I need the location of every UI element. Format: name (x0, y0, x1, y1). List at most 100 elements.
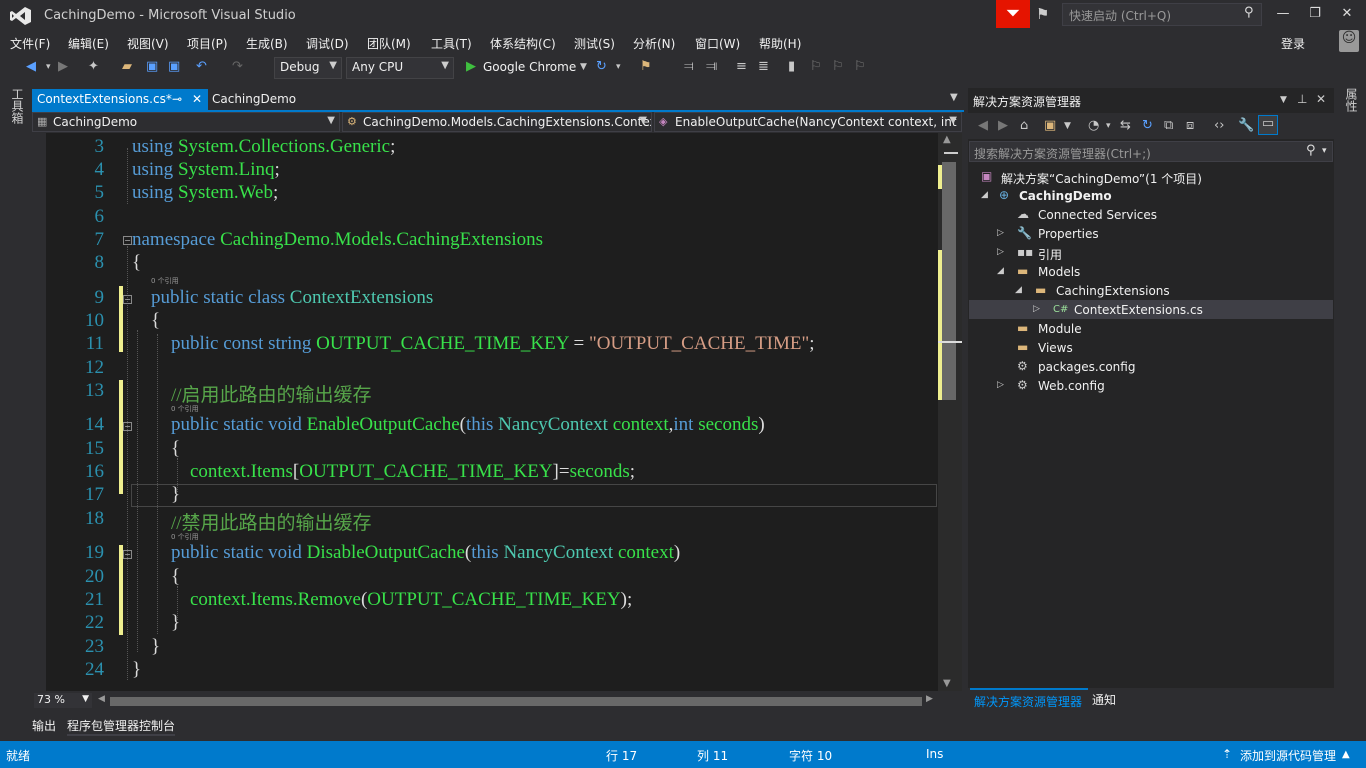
collapse-icon[interactable]: − (123, 550, 132, 559)
split-handle[interactable] (944, 152, 958, 154)
menu-file[interactable]: 文件(F) (10, 35, 50, 52)
search-icon[interactable]: ⚲ (1306, 143, 1316, 158)
menu-window[interactable]: 窗口(W) (695, 35, 740, 52)
close-icon[interactable]: ✕ (192, 92, 202, 106)
collapse-icon[interactable]: − (123, 236, 132, 245)
home-icon[interactable]: ⌂ (1020, 118, 1028, 133)
chevron-up-icon[interactable]: ▲ (1342, 749, 1350, 760)
view-code-icon[interactable]: ‹› (1214, 118, 1224, 133)
profile-icon[interactable]: ☺ (1339, 30, 1359, 52)
navigate-back-icon[interactable]: ◀ (26, 59, 36, 74)
codelens-references[interactable]: 0 个引用 (151, 276, 179, 286)
sign-in-link[interactable]: 登录 (1281, 35, 1305, 52)
tab-caching-demo[interactable]: CachingDemo (212, 92, 296, 106)
menu-architecture[interactable]: 体系结构(C) (490, 35, 556, 52)
switch-views-icon[interactable]: ▣ (1044, 118, 1056, 133)
navigate-forward-icon[interactable]: ▶ (58, 59, 68, 74)
tree-node-module[interactable]: ▬ Module (969, 320, 1319, 339)
maximize-button[interactable]: ❐ (1300, 0, 1330, 28)
tab-notifications[interactable]: 通知 (1092, 691, 1116, 708)
collapse-icon[interactable]: − (123, 295, 132, 304)
codelens-references[interactable]: 0 个引用 (171, 404, 199, 414)
menu-tools[interactable]: 工具(T) (431, 35, 472, 52)
chevron-down-icon[interactable]: ▼ (1064, 121, 1071, 131)
pin-icon[interactable]: ⊥ (1297, 92, 1307, 106)
tree-node-connected-services[interactable]: ☁ Connected Services (969, 206, 1319, 225)
sync-with-document-icon[interactable]: ⇆ (1120, 118, 1131, 133)
chevron-down-icon[interactable]: ▼ (580, 62, 587, 72)
scroll-down-icon[interactable]: ▼ (943, 678, 951, 689)
feedback-icon[interactable]: ⏷ (996, 0, 1030, 28)
tab-package-manager-console[interactable]: 程序包管理器控制台 (67, 717, 175, 734)
collapsed-arrow-icon[interactable]: ▷ (997, 380, 1004, 390)
tree-node-caching-extensions[interactable]: ◢ ▬ CachingExtensions (969, 282, 1319, 301)
solution-platform-select[interactable]: Any CPU ▼ (346, 57, 454, 79)
chevron-down-icon[interactable]: ▾ (1106, 121, 1111, 131)
scroll-up-icon[interactable]: ▲ (943, 134, 951, 145)
chevron-down-icon[interactable]: ▾ (1322, 146, 1327, 156)
previous-bookmark-icon[interactable]: ⚐ (810, 59, 822, 74)
solution-explorer-search-input[interactable]: 搜索解决方案资源管理器(Ctrl+;) (969, 141, 1333, 162)
menu-debug[interactable]: 调试(D) (306, 35, 349, 52)
align-left-icon[interactable]: ⫤ (684, 59, 694, 74)
start-debugging-icon[interactable]: ▶ (466, 59, 476, 74)
expanded-arrow-icon[interactable]: ◢ (1015, 285, 1022, 295)
codelens-references[interactable]: 0 个引用 (171, 532, 199, 542)
next-bookmark-icon[interactable]: ⚐ (832, 59, 844, 74)
collapse-icon[interactable]: − (123, 422, 132, 431)
uncomment-lines-icon[interactable]: ≣ (758, 59, 769, 74)
tree-node-project[interactable]: ◢ ⊕ CachingDemo (969, 187, 1319, 206)
menu-team[interactable]: 团队(M) (367, 35, 411, 52)
start-debugging-button[interactable]: Google Chrome (483, 60, 576, 74)
tab-output[interactable]: 输出 (32, 717, 56, 734)
dropdown-arrow-icon[interactable]: ▾ (46, 62, 51, 72)
toolbox-tab[interactable]: 工具箱 (8, 88, 26, 124)
tab-list-dropdown-icon[interactable]: ▼ (950, 92, 958, 103)
refresh-icon[interactable]: ↻ (1142, 118, 1153, 133)
tree-node-models[interactable]: ◢ ▬ Models (969, 263, 1319, 282)
menu-test[interactable]: 测试(S) (574, 35, 615, 52)
search-icon[interactable]: ⚲ (1244, 5, 1254, 20)
pin-icon[interactable]: ⊸ (172, 92, 182, 106)
properties-icon[interactable]: 🔧 (1238, 118, 1254, 133)
expanded-arrow-icon[interactable]: ◢ (997, 266, 1004, 276)
type-navigation-dropdown[interactable]: ⚙ CachingDemo.Models.CachingExtensions.Co… (342, 112, 652, 132)
menu-analyze[interactable]: 分析(N) (633, 35, 675, 52)
open-file-icon[interactable]: ▰ (122, 59, 132, 74)
comment-lines-icon[interactable]: ≡ (736, 59, 747, 74)
properties-tab[interactable]: 属性 (1340, 88, 1360, 112)
member-navigation-dropdown[interactable]: ◈ EnableOutputCache(NancyContext context,… (654, 112, 962, 132)
close-icon[interactable]: ✕ (1316, 92, 1326, 106)
menu-build[interactable]: 生成(B) (246, 35, 288, 52)
save-icon[interactable]: ▣ (146, 59, 158, 74)
window-position-icon[interactable]: ▼ (1280, 95, 1287, 105)
forward-icon[interactable]: ▶ (998, 118, 1008, 133)
solution-configuration-select[interactable]: Debug ▼ (274, 57, 342, 79)
tree-node-references[interactable]: ▷ ▪▪ 引用 (969, 244, 1319, 263)
show-all-files-icon[interactable]: ⧈ (1186, 118, 1194, 133)
save-all-icon[interactable]: ▣ (168, 59, 180, 74)
back-icon[interactable]: ◀ (978, 118, 988, 133)
tree-node-packages-config[interactable]: ⚙ packages.config (969, 358, 1319, 377)
tree-node-context-extensions-cs[interactable]: ▷ C# ContextExtensions.cs (969, 301, 1319, 320)
add-to-source-control-button[interactable]: 添加到源代码管理 (1240, 747, 1336, 764)
zoom-level-select[interactable]: 73 % ▼ (34, 693, 92, 708)
refresh-icon[interactable]: ↻ (596, 59, 607, 74)
tree-node-web-config[interactable]: ▷ ⚙ Web.config (969, 377, 1319, 396)
tab-context-extensions[interactable]: ContextExtensions.cs* ⊸ ✕ (32, 89, 208, 110)
menu-edit[interactable]: 编辑(E) (68, 35, 109, 52)
bookmark-icon[interactable]: ▮ (788, 59, 795, 74)
redo-icon[interactable]: ↷ (232, 59, 243, 74)
horizontal-scrollbar-thumb[interactable] (110, 697, 922, 706)
collapse-all-icon[interactable]: ⧉ (1164, 118, 1173, 133)
quick-launch-input[interactable]: 快速启动 (Ctrl+Q) (1062, 3, 1262, 26)
browser-link-icon[interactable]: ⚑ (640, 59, 652, 74)
vertical-scrollbar-thumb[interactable] (942, 162, 956, 400)
align-icon[interactable]: ⫥ (706, 59, 717, 74)
clear-bookmarks-icon[interactable]: ⚐ (854, 59, 866, 74)
undo-icon[interactable]: ↶ (196, 59, 207, 74)
menu-view[interactable]: 视图(V) (127, 35, 169, 52)
preview-selected-items-icon[interactable]: ▭ (1258, 115, 1278, 135)
collapsed-arrow-icon[interactable]: ▷ (1033, 304, 1040, 314)
project-navigation-dropdown[interactable]: ▦ CachingDemo ▼ (32, 112, 340, 132)
